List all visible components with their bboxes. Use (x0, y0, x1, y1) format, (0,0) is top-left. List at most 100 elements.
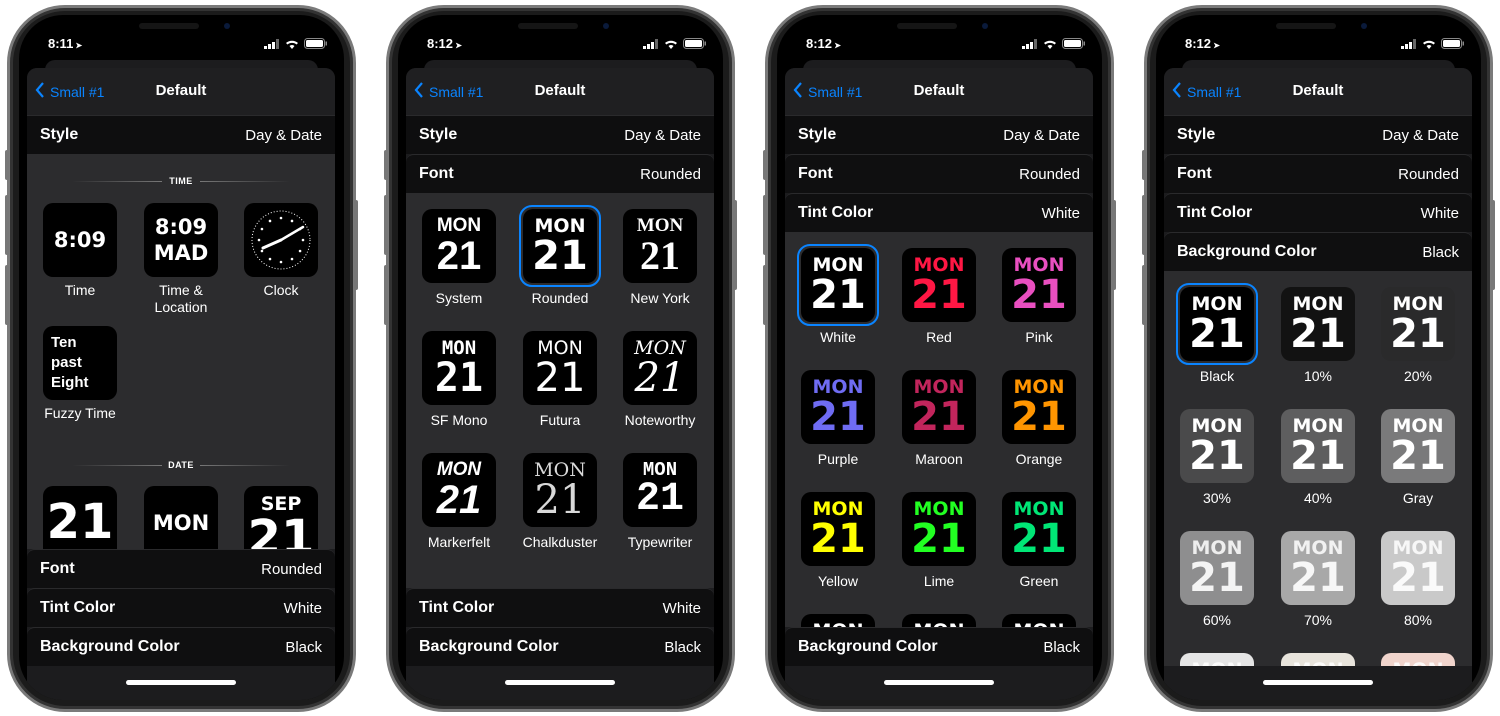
row-label: Tint Color (40, 599, 116, 616)
option-white[interactable]: MON 21 (801, 248, 875, 322)
option-item[interactable]: MON21 (1180, 653, 1254, 666)
option-10[interactable]: MON 21 (1281, 287, 1355, 361)
option-sep-21[interactable]: SEP 21 (244, 486, 318, 549)
battery-icon (1062, 38, 1085, 49)
option-markerfelt[interactable]: MON 21 (422, 453, 496, 527)
row-style[interactable]: Style Day & Date (406, 115, 714, 154)
option-chalkduster[interactable]: MON 21 (523, 453, 597, 527)
option-sf-mono[interactable]: MON 21 (422, 331, 496, 405)
option-label: Orange (1015, 451, 1063, 467)
option-typewriter[interactable]: MON 21 (623, 453, 697, 527)
option-label: Green (1019, 573, 1059, 589)
home-indicator[interactable] (126, 680, 236, 685)
row-font[interactable]: Font Rounded (406, 154, 714, 193)
option-orange[interactable]: MON 21 (1002, 370, 1076, 444)
option-mon[interactable]: MON (144, 486, 218, 549)
option-fuzzy-time[interactable]: Ten past Eight (43, 326, 117, 400)
row-background-color[interactable]: Background Color Black (1164, 232, 1472, 271)
option-futura[interactable]: MON 21 (523, 331, 597, 405)
option-label: 60% (1202, 612, 1232, 628)
navigation-bar: Small #1 Default (785, 68, 1093, 115)
option-new-york[interactable]: MON 21 (623, 209, 697, 283)
row-background-color[interactable]: Background Color Black (785, 627, 1093, 666)
option-item[interactable]: MON21 (902, 614, 976, 627)
home-indicator[interactable] (505, 680, 615, 685)
option-item[interactable]: MON21 (1281, 653, 1355, 666)
option-21[interactable]: 21 (43, 486, 117, 549)
tile-date: 21 (1290, 311, 1346, 357)
phone-screen: 8:11 ➤ Small #1 Default Style Day & Date TIME… (19, 15, 344, 700)
row-value: Day & Date (624, 126, 701, 144)
option-item[interactable]: MON21 (1381, 653, 1455, 666)
phone-3: 8:12 ➤ Small #1 Default Style Day & Date Font… (763, 0, 1116, 716)
option-purple[interactable]: MON 21 (801, 370, 875, 444)
option-green[interactable]: MON 21 (1002, 492, 1076, 566)
nav-title: Default (155, 82, 207, 99)
option-label: Gray (1402, 490, 1434, 506)
status-time: 8:11 ➤ (48, 36, 82, 51)
row-value: Black (664, 638, 701, 656)
option-label: 40% (1303, 490, 1333, 506)
row-tint-color[interactable]: Tint Color White (1164, 193, 1472, 232)
option-item[interactable]: MON21 (801, 614, 875, 627)
option-item[interactable]: MON21 (1002, 614, 1076, 627)
row-font[interactable]: Font Rounded (1164, 154, 1472, 193)
status-time: 8:12 ➤ (427, 36, 462, 51)
row-value: White (1041, 204, 1080, 222)
tile-day: MON (436, 459, 482, 480)
row-label: Background Color (40, 638, 180, 655)
option-time-location[interactable]: 8:09 MAD (144, 203, 218, 277)
option-system[interactable]: MON 21 (422, 209, 496, 283)
settings-sheet: Small #1 Default Style Day & Date TIME 8:09 Ti… (27, 68, 335, 700)
option-20[interactable]: MON 21 (1381, 287, 1455, 361)
option-gray[interactable]: MON 21 (1381, 409, 1455, 483)
option-label: Markerfelt (427, 534, 491, 550)
home-indicator[interactable] (1263, 680, 1373, 685)
tile-date: 21 (1390, 433, 1446, 479)
side-button (1491, 200, 1495, 290)
option-clock[interactable] (244, 203, 318, 277)
row-tint-color[interactable]: Tint Color White (27, 588, 335, 627)
sheet-footer (785, 666, 1093, 700)
row-style[interactable]: Style Day & Date (785, 115, 1093, 154)
row-background-color[interactable]: Background Color Black (406, 627, 714, 666)
option-label: White (820, 329, 856, 345)
option-maroon[interactable]: MON 21 (902, 370, 976, 444)
nav-title: Default (913, 82, 965, 99)
option-lime[interactable]: MON 21 (902, 492, 976, 566)
status-icons (1022, 38, 1086, 49)
phone-screen: 8:12 ➤ Small #1 Default Style Day & Date Font… (398, 15, 723, 700)
status-icons (264, 38, 328, 49)
option-60[interactable]: MON 21 (1180, 531, 1254, 605)
option-rounded[interactable]: MON 21 (523, 209, 597, 283)
tile-day: MON (436, 215, 482, 236)
row-tint-color[interactable]: Tint Color White (785, 193, 1093, 232)
option-30[interactable]: MON 21 (1180, 409, 1254, 483)
option-yellow[interactable]: MON 21 (801, 492, 875, 566)
row-background-color[interactable]: Background Color Black (27, 627, 335, 666)
row-style[interactable]: Style Day & Date (27, 115, 335, 154)
option-label: 30% (1202, 490, 1232, 506)
row-font[interactable]: Font Rounded (27, 549, 335, 588)
wifi-icon (286, 40, 298, 49)
option-red[interactable]: MON 21 (902, 248, 976, 322)
row-tint-color[interactable]: Tint Color White (406, 588, 714, 627)
option-noteworthy[interactable]: MON 21 (623, 331, 697, 405)
tile-text: 21 (46, 494, 114, 549)
option-70[interactable]: MON 21 (1281, 531, 1355, 605)
phone-4: 8:12 ➤ Small #1 Default Style Day & Date Font… (1142, 0, 1495, 716)
home-indicator[interactable] (884, 680, 994, 685)
option-time[interactable]: 8:09 (43, 203, 117, 277)
option-pink[interactable]: MON 21 (1002, 248, 1076, 322)
tile-text: past (51, 354, 82, 371)
option-black[interactable]: MON 21 (1180, 287, 1254, 361)
tile-date: 21 (635, 477, 684, 522)
row-font[interactable]: Font Rounded (785, 154, 1093, 193)
row-style[interactable]: Style Day & Date (1164, 115, 1472, 154)
settings-sheet: Small #1 Default Style Day & Date Font Rounde… (406, 68, 714, 700)
sheet-footer (406, 666, 714, 700)
option-80[interactable]: MON 21 (1381, 531, 1455, 605)
option-40[interactable]: MON 21 (1281, 409, 1355, 483)
option-label: Yellow (818, 573, 858, 589)
status-icons (643, 38, 707, 49)
